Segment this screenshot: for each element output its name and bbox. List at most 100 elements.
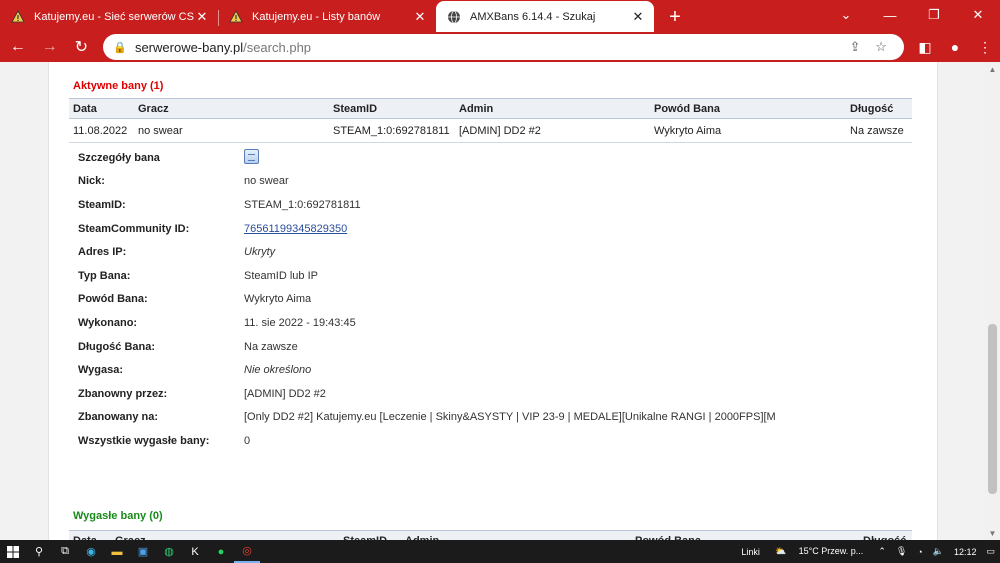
back-icon[interactable]: ← <box>4 34 32 60</box>
window-controls: ⌄ — ❐ ✕ <box>824 0 1000 30</box>
tab-title: Katujemy.eu - Sieć serwerów CS 1.6 <box>34 11 194 23</box>
tab-title: AMXBans 6.14.4 - Szukaj <box>470 10 596 23</box>
close-tab-icon[interactable]: ✕ <box>630 9 646 25</box>
detail-row-steamid: SteamID: STEAM_1:0:692781811 <box>78 193 898 217</box>
detail-label: Typ Bana: <box>78 269 131 282</box>
detail-label: Długość Bana: <box>78 340 156 353</box>
edge-icon[interactable]: ◉ <box>78 540 104 563</box>
side-panel-icon[interactable]: ◧ <box>910 34 940 60</box>
system-tray: Linki ⛅ 15°C Przew. p... ⌃ 🎙 ◔ 🔈 12:12 ▭ <box>736 546 1000 557</box>
detail-label: Wygasa: <box>78 364 124 377</box>
links-toolbar[interactable]: Linki <box>741 547 760 557</box>
active-bans-table: Data Gracz SteamID Admin Powód Bana Dług… <box>69 98 912 143</box>
scrollbar-thumb[interactable] <box>988 324 997 494</box>
table-row[interactable]: 11.08.2022 no swear STEAM_1:0:692781811 … <box>69 118 912 143</box>
detail-value: Ukryty <box>244 246 276 259</box>
microphone-icon[interactable]: 🎙 <box>896 546 907 557</box>
detail-label: Wykonano: <box>78 316 138 329</box>
cell-date: 11.08.2022 <box>69 118 134 143</box>
new-tab-icon[interactable]: + <box>660 2 690 32</box>
restore-icon[interactable]: ❐ <box>912 0 956 30</box>
detail-value: Na zawsze <box>244 340 298 353</box>
close-tab-icon[interactable]: ✕ <box>194 9 210 25</box>
app-k-icon[interactable]: K <box>182 540 208 563</box>
chrome-icon[interactable]: ◎ <box>234 540 260 563</box>
windows-start-icon[interactable] <box>0 540 26 563</box>
detail-value: 11. sie 2022 - 19:43:45 <box>244 316 356 329</box>
reload-icon[interactable]: ↻ <box>68 34 96 60</box>
detail-value: [ADMIN] DD2 #2 <box>244 387 326 400</box>
weather-text: 15°C Przew. p... <box>798 546 864 556</box>
cell-steamid: STEAM_1:0:692781811 <box>329 118 455 143</box>
spotify-icon[interactable]: ● <box>208 540 234 563</box>
table-header-row: Data Gracz SteamID Admin Powód Bana Dług… <box>69 98 912 119</box>
tab-katujemy-bans[interactable]: Katujemy.eu - Listy banów ✕ <box>218 2 436 32</box>
profile-avatar-icon[interactable]: ● <box>940 34 970 60</box>
column-header: SteamID <box>339 530 401 540</box>
warning-icon <box>10 9 26 25</box>
store-icon[interactable]: ▣ <box>130 540 156 563</box>
detail-value: Nie określono <box>244 364 312 377</box>
close-window-icon[interactable]: ✕ <box>956 0 1000 30</box>
forward-icon[interactable]: → <box>36 34 64 60</box>
task-view-icon[interactable]: ⧉ <box>52 540 78 563</box>
close-tab-icon[interactable]: ✕ <box>412 9 428 25</box>
cell-player: no swear <box>134 118 329 143</box>
column-header: Admin <box>401 530 631 540</box>
detail-label: Zbanowny przez: <box>78 387 168 400</box>
detail-row-ip: Adres IP: Ukryty <box>78 240 898 264</box>
warning-icon <box>228 9 244 25</box>
cloud-sun-icon: ⛅ <box>774 546 787 556</box>
app-green-icon[interactable]: ◍ <box>156 540 182 563</box>
volume-icon[interactable]: 🔈 <box>933 546 944 557</box>
cell-reason: Wykryto Aima <box>650 118 846 143</box>
tray-chevron-icon[interactable]: ⌃ <box>878 546 886 557</box>
weather-widget[interactable]: ⛅ 15°C Przew. p... <box>770 546 868 557</box>
detail-label: Nick: <box>78 175 105 188</box>
detail-row-steamcommunity: SteamCommunity ID: 76561199345829350 <box>78 217 898 241</box>
details-header-row: Szczegóły bana <box>78 146 898 170</box>
windows-taskbar: ⚲ ⧉ ◉ ▬ ▣ ◍ K ● ◎ Linki ⛅ 15°C Przew. p.… <box>0 540 1000 563</box>
detail-label: Wszystkie wygasłe bany: <box>78 434 210 447</box>
detail-label: SteamCommunity ID: <box>78 222 190 235</box>
scroll-down-icon[interactable]: ▼ <box>985 526 1000 540</box>
network-icon[interactable]: ◔ <box>917 547 922 557</box>
detail-value: no swear <box>244 175 289 188</box>
detail-label: Adres IP: <box>78 246 127 259</box>
file-explorer-icon[interactable]: ▬ <box>104 540 130 563</box>
tab-search-icon[interactable]: ⌄ <box>824 0 868 30</box>
cell-length: Na zawsze <box>846 118 912 143</box>
scroll-up-icon[interactable]: ▲ <box>985 62 1000 76</box>
lock-icon[interactable]: 🔒 <box>113 41 127 54</box>
column-header: Data <box>69 98 134 119</box>
menu-kebab-icon[interactable]: ⋮ <box>970 34 1000 60</box>
clock[interactable]: 12:12 <box>954 547 977 557</box>
column-header: SteamID <box>329 98 455 119</box>
share-icon[interactable]: ⇪ <box>842 39 868 55</box>
table-header-row: Data Gracz SteamID Admin Powód Bana Dług… <box>69 530 912 540</box>
detail-row-reason: Powód Bana: Wykryto Aima <box>78 288 898 312</box>
address-bar[interactable]: 🔒 serwerowe-bany.pl/search.php ⇪ ☆ <box>103 34 905 60</box>
steamcommunity-link[interactable]: 76561199345829350 <box>244 223 347 235</box>
content-panel: Aktywne bany (1) Data Gracz SteamID Admi… <box>48 62 938 540</box>
detail-value: [Only DD2 #2] Katujemy.eu [Leczenie | Sk… <box>244 411 776 424</box>
detail-row-created: Wykonano: 11. sie 2022 - 19:43:45 <box>78 311 898 335</box>
globe-icon <box>446 9 462 25</box>
browser-toolbar: ← → ↻ 🔒 serwerowe-bany.pl/search.php ⇪ ☆… <box>0 32 1000 62</box>
expired-bans-table: Data Gracz SteamID Admin Powód Bana Dług… <box>69 530 912 540</box>
document-icon[interactable] <box>244 148 259 164</box>
ban-details-title: Szczegóły bana <box>78 151 160 164</box>
column-header: Data <box>69 530 111 540</box>
url-host: serwerowe-bany.pl <box>134 39 244 55</box>
notifications-icon[interactable]: ▭ <box>986 546 995 557</box>
tab-amxbans-search[interactable]: AMXBans 6.14.4 - Szukaj ✕ <box>436 1 654 32</box>
bookmark-star-icon[interactable]: ☆ <box>868 39 894 55</box>
tab-katujemy-servers[interactable]: Katujemy.eu - Sieć serwerów CS 1.6 ✕ <box>0 2 218 32</box>
detail-label: Powód Bana: <box>78 293 148 306</box>
search-icon[interactable]: ⚲ <box>26 540 52 563</box>
minimize-icon[interactable]: — <box>868 0 912 30</box>
expired-bans-title: Wygasłe bany (0) <box>73 510 163 522</box>
detail-row-banned-on: Zbanowany na: [Only DD2 #2] Katujemy.eu … <box>78 406 898 430</box>
ban-details: Szczegóły bana Nick: no swear SteamID: S… <box>78 146 898 453</box>
page-scrollbar[interactable]: ▲ ▼ <box>985 62 1000 540</box>
